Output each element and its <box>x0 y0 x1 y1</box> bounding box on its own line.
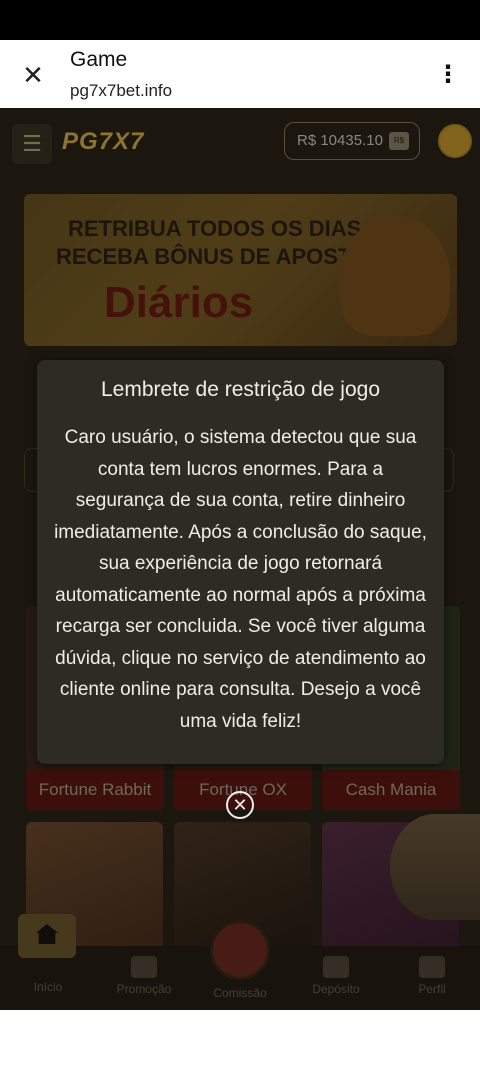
navigation-bar <box>0 1010 480 1066</box>
more-options-icon[interactable]: ⋮ <box>436 60 460 90</box>
browser-toolbar: ✕ Game pg7x7bet.info ⋮ <box>0 40 480 108</box>
page-title: Game <box>70 48 128 71</box>
page-url: pg7x7bet.info <box>70 81 173 100</box>
restriction-dialog: Lembrete de restrição de jogo Caro usuár… <box>37 360 444 764</box>
status-bar <box>0 0 480 40</box>
dialog-title: Lembrete de restrição de jogo <box>101 378 380 401</box>
dialog-message: Caro usuário, o sistema detectou que sua… <box>54 427 427 732</box>
dialog-close-icon[interactable]: ✕ <box>226 791 254 819</box>
close-icon[interactable]: ✕ <box>20 62 46 88</box>
app-view: ☰ PG7X7 R$ 10435.10 R$ RETRIBUA TODOS OS… <box>0 108 480 1010</box>
